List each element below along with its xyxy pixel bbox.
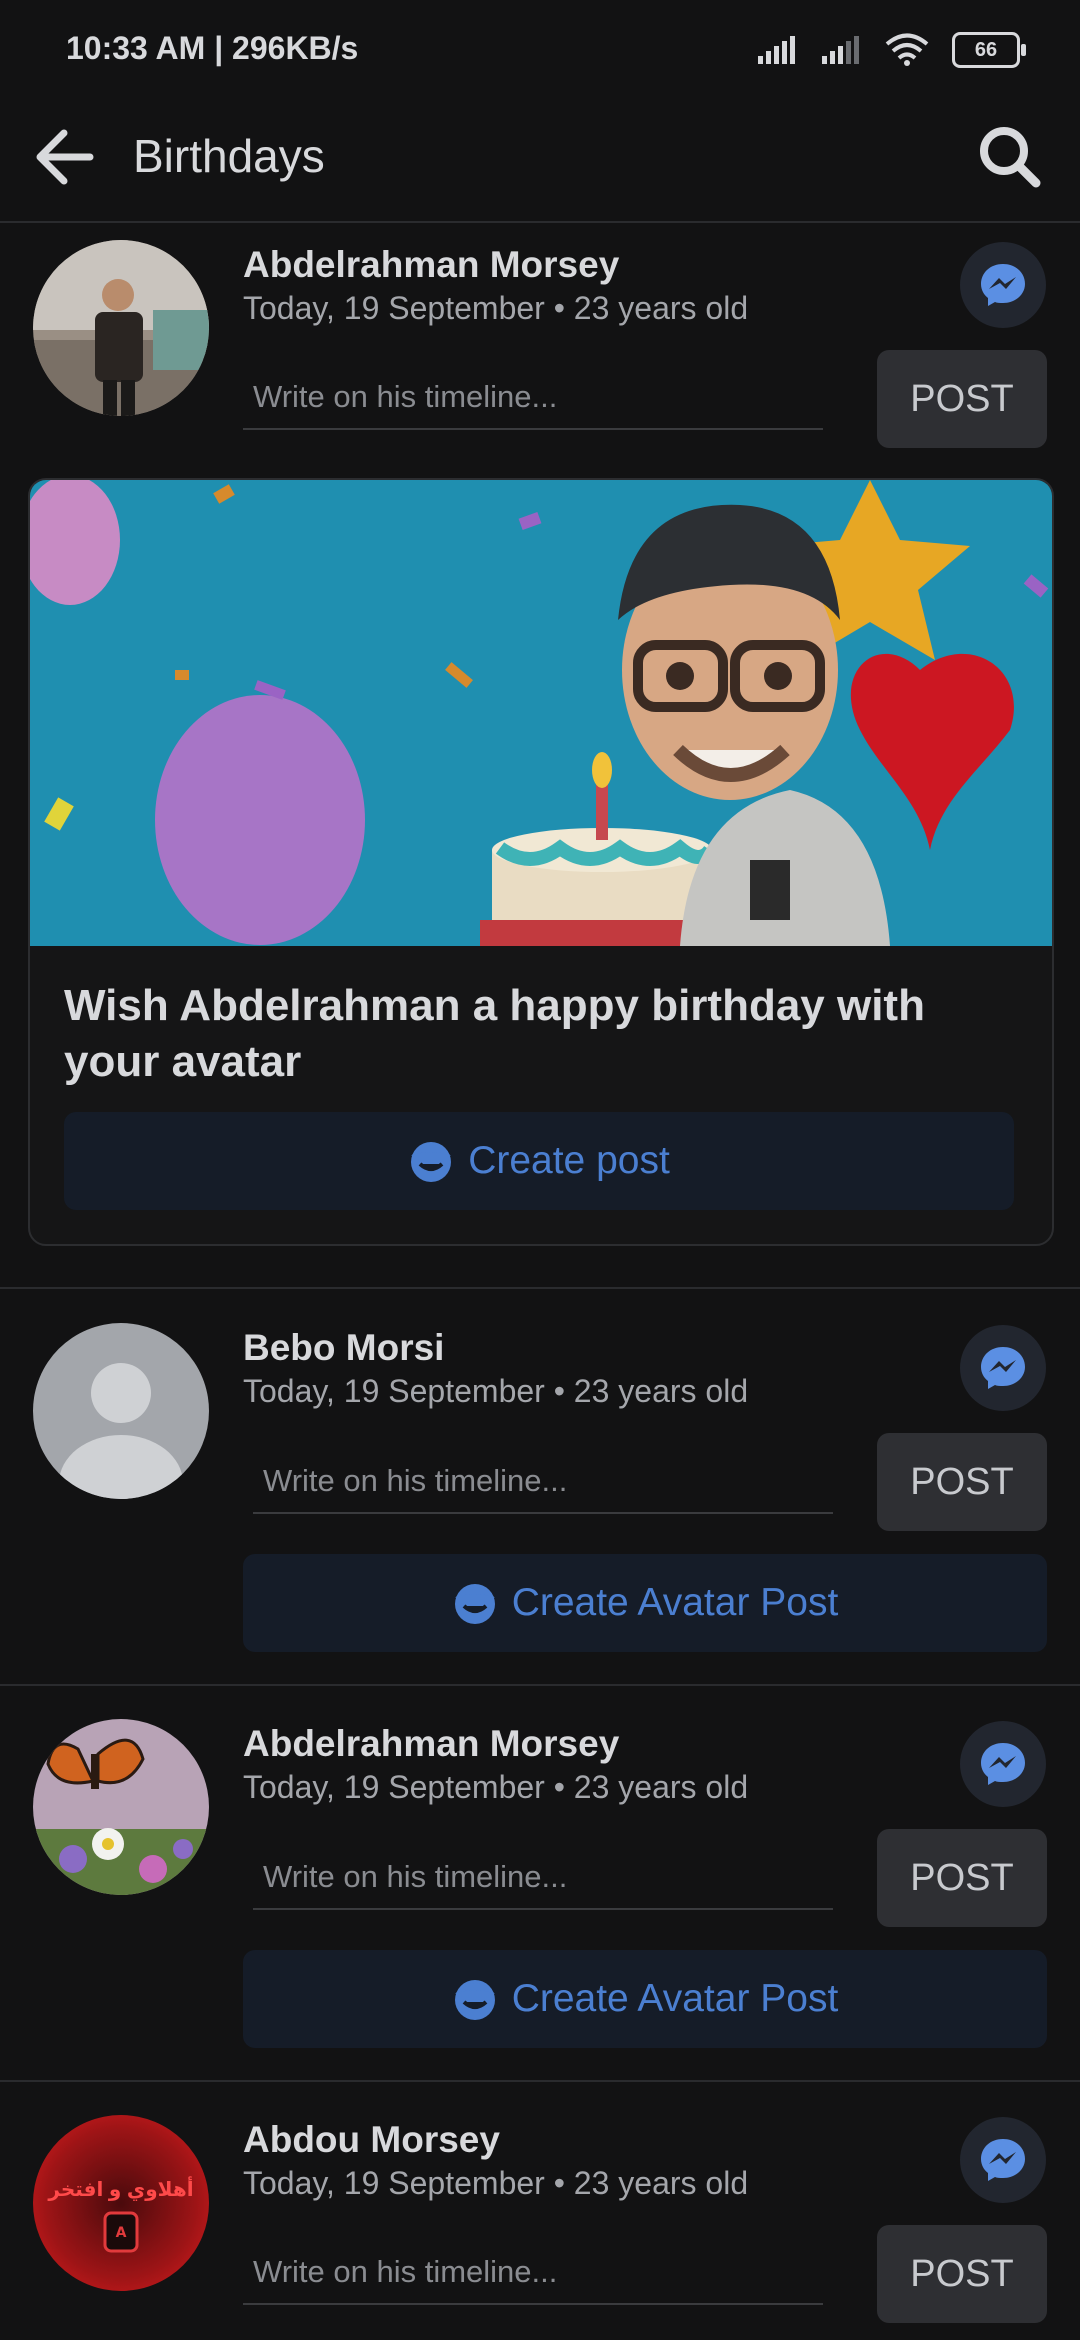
section-divider (0, 1684, 1080, 1686)
search-button[interactable] (970, 117, 1050, 197)
timeline-input[interactable] (253, 1450, 833, 1514)
messenger-icon (981, 1347, 1025, 1389)
signal-icon (758, 36, 795, 64)
avatar-text: أهلاوي و افتخر (48, 2179, 194, 2201)
messenger-button[interactable] (960, 1325, 1046, 1411)
messenger-button[interactable] (960, 1721, 1046, 1807)
birthday-info: Today, 19 September • 23 years old (243, 290, 749, 326)
section-divider (0, 1287, 1080, 1289)
profile-photo (33, 240, 209, 416)
section-divider (0, 2080, 1080, 2082)
timeline-input[interactable] (243, 2241, 823, 2305)
person-name[interactable]: Bebo Morsi (243, 1327, 444, 1369)
birthday-info: Today, 19 September • 23 years old (243, 1769, 749, 1805)
birthday-info: Today, 19 September • 23 years old (243, 2165, 749, 2201)
messenger-button[interactable] (960, 242, 1046, 328)
post-button[interactable]: POST (877, 350, 1047, 448)
create-avatar-post-label: Create Avatar Post (511, 1977, 839, 2020)
avatar-face-icon (411, 1142, 452, 1182)
messenger-icon (981, 2139, 1025, 2181)
create-avatar-post-label: Create Avatar Post (511, 1581, 839, 1624)
person-name[interactable]: Abdelrahman Morsey (243, 1723, 619, 1765)
create-post-label: Create post (468, 1139, 670, 1182)
app-header: Birthdays (0, 95, 1080, 223)
avatar-face-icon (454, 1980, 495, 2020)
back-arrow-icon (36, 129, 94, 185)
avatar-birthday-card: Wish Abdelrahman a happy birthday with y… (28, 478, 1054, 1246)
timeline-input[interactable] (243, 366, 823, 430)
post-button[interactable]: POST (877, 2225, 1047, 2323)
avatar[interactable] (33, 1719, 209, 1895)
wifi-icon (885, 33, 929, 66)
timeline-input[interactable] (253, 1846, 833, 1910)
post-button[interactable]: POST (877, 1829, 1047, 1927)
profile-photo: A (33, 2115, 209, 2291)
avatar-face-icon (454, 1584, 495, 1624)
battery-indicator: 66 (952, 32, 1026, 68)
post-button[interactable]: POST (877, 1433, 1047, 1531)
create-avatar-post-button[interactable]: Create Avatar Post (243, 1950, 1047, 2048)
search-icon (980, 127, 1041, 188)
svg-text:A: A (116, 2225, 127, 2241)
avatar-celebration-image (30, 480, 1052, 946)
person-name[interactable]: Abdelrahman Morsey (243, 244, 619, 286)
messenger-button[interactable] (960, 2117, 1046, 2203)
avatar[interactable] (33, 1323, 209, 1499)
create-post-button[interactable]: Create post (64, 1112, 1014, 1210)
profile-photo (33, 1719, 209, 1895)
status-time: 10:33 AM | 296KB/s (66, 30, 359, 66)
signal-icon-2 (822, 36, 859, 64)
avatar[interactable]: A أهلاوي و افتخر (33, 2115, 209, 2291)
messenger-icon (981, 1743, 1025, 1785)
person-name[interactable]: Abdou Morsey (243, 2119, 500, 2161)
avatar[interactable] (33, 240, 209, 416)
status-bar: 10:33 AM | 296KB/s 66 (0, 0, 1080, 95)
messenger-icon (981, 264, 1025, 306)
create-avatar-post-button[interactable]: Create Avatar Post (243, 1554, 1047, 1652)
card-title: Wish Abdelrahman a happy birthday with y… (64, 981, 925, 1086)
status-icons: 66 (756, 30, 1026, 70)
back-button[interactable] (28, 117, 108, 197)
page-title: Birthdays (133, 130, 325, 182)
birthday-info: Today, 19 September • 23 years old (243, 1373, 749, 1409)
default-avatar (33, 1323, 209, 1499)
